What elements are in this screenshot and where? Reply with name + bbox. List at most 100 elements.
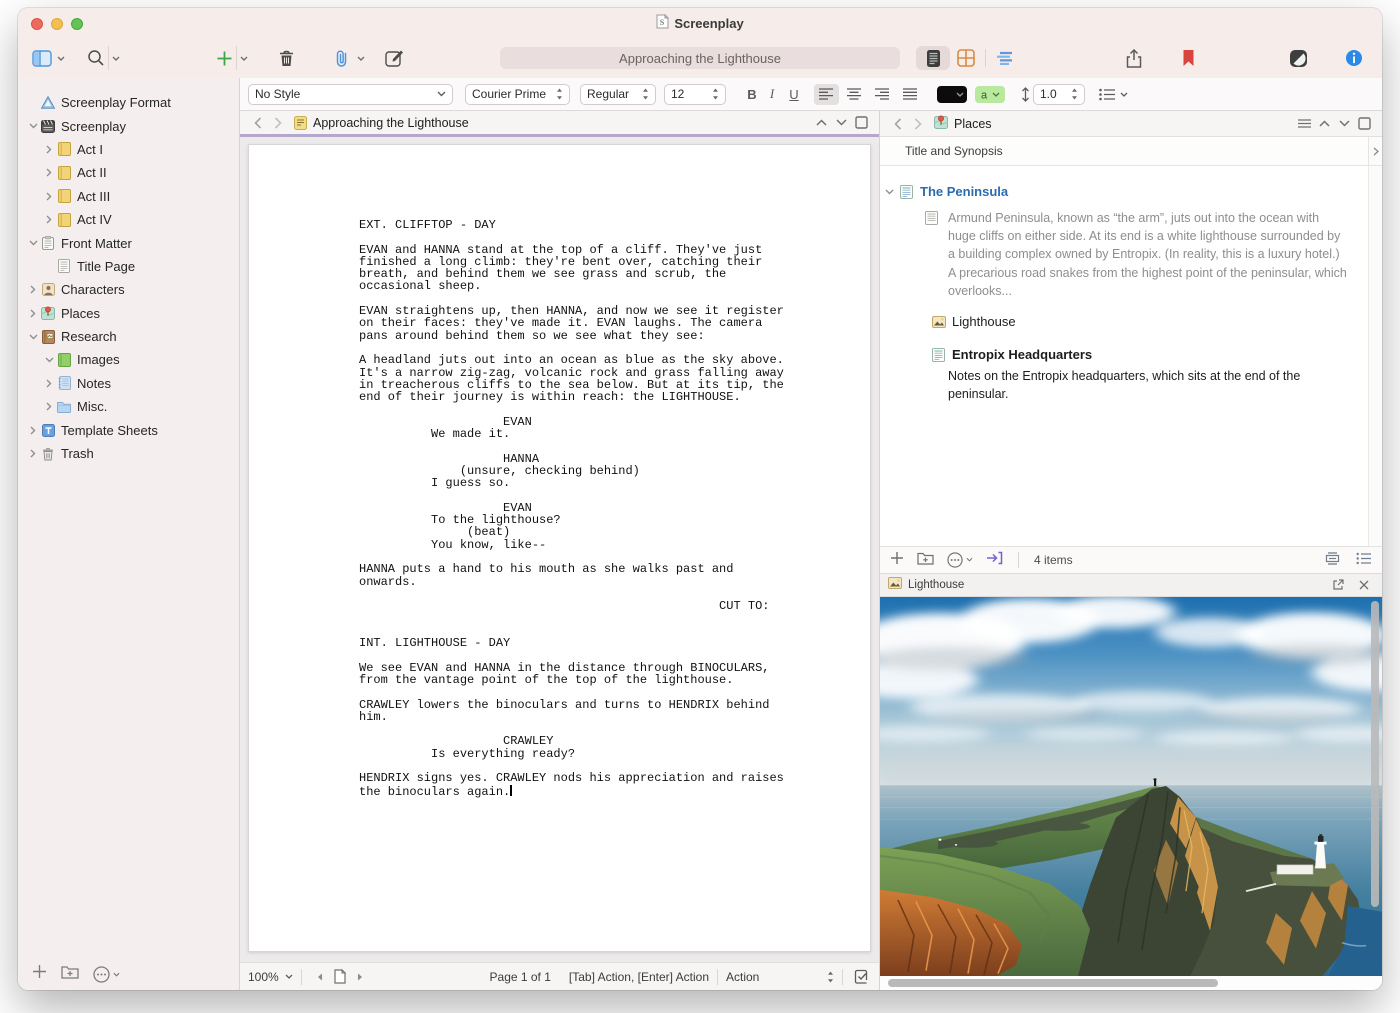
zoom-select[interactable]: 100%: [248, 970, 293, 984]
binder-item-images[interactable]: Images: [18, 348, 239, 371]
align-justify-icon[interactable]: [898, 84, 923, 105]
photo-vertical-scrollbar[interactable]: [1371, 601, 1379, 907]
disclosure-right-icon[interactable]: [42, 402, 56, 411]
binder-item-title-page[interactable]: Title Page: [18, 255, 239, 278]
binder-item-research[interactable]: Research: [18, 325, 239, 348]
binder-item-act-iv[interactable]: Act IV: [18, 208, 239, 231]
disclosure-right-icon[interactable]: [42, 379, 56, 388]
disclosure-right-icon[interactable]: [26, 285, 40, 294]
compose-icon[interactable]: [382, 46, 406, 70]
sidebar-toggle-icon[interactable]: [30, 46, 54, 70]
places-title[interactable]: Places: [934, 115, 1294, 132]
outline-item-synopsis[interactable]: Notes on the Entropix headquarters, whic…: [948, 367, 1368, 403]
attach-icon[interactable]: [330, 46, 354, 70]
disclosure-down-icon[interactable]: [26, 240, 40, 246]
italic-button[interactable]: I: [762, 86, 782, 102]
disclosure-down-icon[interactable]: [26, 334, 40, 340]
editor-split-icon[interactable]: [851, 113, 871, 133]
zoom-window-button[interactable]: [71, 18, 83, 30]
outline-add-icon[interactable]: [890, 551, 904, 568]
editor-next-doc-icon[interactable]: [831, 113, 851, 133]
toolbar-search-field[interactable]: Approaching the Lighthouse: [500, 47, 900, 69]
editor-prev-doc-icon[interactable]: [811, 113, 831, 133]
disclosure-down-icon[interactable]: [26, 123, 40, 129]
view-document-icon[interactable]: [916, 46, 950, 70]
prev-page-icon[interactable]: [310, 967, 330, 987]
close-icon[interactable]: [1354, 575, 1374, 595]
window-titlebar[interactable]: S Screenplay: [18, 8, 1382, 38]
font-size-select[interactable]: 12: [664, 84, 726, 105]
binder-item-screenplay-format[interactable]: Screenplay Format: [18, 91, 239, 114]
outline-item-synopsis[interactable]: Armund Peninsula, known as “the arm”, ju…: [880, 209, 1368, 300]
disclosure-right-icon[interactable]: [42, 192, 56, 201]
list-style-icon[interactable]: [1099, 88, 1128, 101]
binder-add-icon[interactable]: [32, 964, 47, 984]
binder-item-characters[interactable]: Characters: [18, 278, 239, 301]
outline-import-icon[interactable]: [986, 551, 1003, 568]
close-window-button[interactable]: [31, 18, 43, 30]
binder-item-screenplay[interactable]: Screenplay: [18, 114, 239, 137]
places-menu-icon[interactable]: [1294, 114, 1314, 134]
column-title-synopsis[interactable]: Title and Synopsis: [880, 137, 1368, 165]
binder-item-front-matter[interactable]: Front Matter: [18, 231, 239, 254]
view-corkboard-icon[interactable]: [954, 46, 978, 70]
add-icon[interactable]: [212, 46, 236, 70]
outline-item-entropix-headquarters[interactable]: Entropix Headquarters: [880, 343, 1368, 366]
align-right-icon[interactable]: [870, 84, 895, 105]
lighthouse-photo[interactable]: [880, 597, 1382, 977]
binder-item-places[interactable]: Places: [18, 302, 239, 325]
disclosure-right-icon[interactable]: [26, 309, 40, 318]
disclosure-right-icon[interactable]: [42, 168, 56, 177]
style-select[interactable]: No Style: [248, 84, 453, 105]
binder-item-act-i[interactable]: Act I: [18, 138, 239, 161]
places-next-icon[interactable]: [1334, 114, 1354, 134]
share-icon[interactable]: [1122, 46, 1146, 70]
places-split-icon[interactable]: [1354, 114, 1374, 134]
binder-item-misc[interactable]: Misc.: [18, 395, 239, 418]
editor-forward-icon[interactable]: [268, 113, 288, 133]
photo-horizontal-scrollbar[interactable]: [888, 979, 1218, 987]
binder-item-act-iii[interactable]: Act III: [18, 185, 239, 208]
column-expand-icon[interactable]: [1368, 137, 1382, 165]
minimize-window-button[interactable]: [51, 18, 63, 30]
outline-item-the-peninsula[interactable]: The Peninsula: [880, 180, 1368, 203]
disclosure-right-icon[interactable]: [42, 215, 56, 224]
align-left-icon[interactable]: [814, 84, 839, 105]
align-center-icon[interactable]: [842, 84, 867, 105]
page-view-icon[interactable]: [330, 967, 350, 987]
outline-item-lighthouse[interactable]: Lighthouse: [880, 310, 1368, 333]
binder-more-icon[interactable]: [93, 966, 120, 983]
add-options-chevron[interactable]: [236, 46, 250, 70]
open-external-icon[interactable]: [1328, 575, 1348, 595]
outline-more-icon[interactable]: [947, 552, 973, 568]
trash-icon[interactable]: [274, 46, 298, 70]
binder-item-trash[interactable]: Trash: [18, 442, 239, 465]
highlight-color-well[interactable]: a: [975, 86, 1005, 103]
disclosure-right-icon[interactable]: [26, 426, 40, 435]
binder-item-notes[interactable]: Notes: [18, 372, 239, 395]
disclosure-right-icon[interactable]: [42, 145, 56, 154]
places-prev-icon[interactable]: [1314, 114, 1334, 134]
places-forward-icon[interactable]: [908, 114, 928, 134]
outline-center-icon[interactable]: [1324, 552, 1341, 568]
editor-document-title[interactable]: Approaching the Lighthouse: [294, 116, 811, 130]
underline-button[interactable]: U: [782, 87, 806, 102]
font-variant-select[interactable]: Regular: [580, 84, 656, 105]
search-options-chevron[interactable]: [108, 46, 122, 70]
script-page[interactable]: EXT. CLIFFTOP - DAY EVAN and HANNA stand…: [248, 144, 871, 952]
line-spacing-select[interactable]: 1.0: [1033, 84, 1085, 105]
bookmark-icon[interactable]: [1176, 46, 1200, 70]
disclosure-down-icon[interactable]: [42, 357, 56, 363]
attach-options-chevron[interactable]: [354, 46, 368, 70]
binder-item-act-ii[interactable]: Act II: [18, 161, 239, 184]
sidebar-options-chevron[interactable]: [54, 46, 68, 70]
places-back-icon[interactable]: [888, 114, 908, 134]
binder-item-template-sheets[interactable]: Template Sheets: [18, 418, 239, 441]
binder-add-folder-icon[interactable]: [61, 964, 79, 984]
outline-add-folder-icon[interactable]: [917, 551, 934, 568]
editor-scroll-area[interactable]: EXT. CLIFFTOP - DAY EVAN and HANNA stand…: [240, 137, 879, 962]
next-page-icon[interactable]: [350, 967, 370, 987]
search-icon[interactable]: [84, 46, 108, 70]
scriptwriting-mode-icon[interactable]: [851, 967, 871, 987]
script-text[interactable]: EXT. CLIFFTOP - DAY EVAN and HANNA stand…: [249, 145, 870, 838]
